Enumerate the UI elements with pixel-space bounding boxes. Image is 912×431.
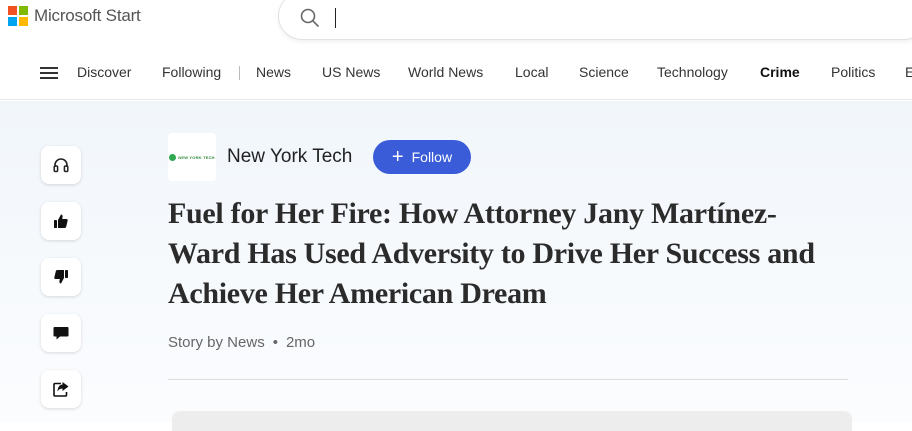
menu-icon[interactable] <box>40 67 58 79</box>
share-icon <box>53 382 69 397</box>
listen-button[interactable] <box>41 146 81 184</box>
byline-separator: • <box>272 334 278 351</box>
search-box[interactable] <box>278 0 912 40</box>
nav-item-science[interactable]: Science <box>579 64 629 80</box>
nav-item-us-news[interactable]: US News <box>322 64 380 80</box>
category-nav: Discover Following News US News World Ne… <box>0 56 912 90</box>
microsoft-logo-icon <box>8 6 28 26</box>
article-headline: Fuel for Her Fire: How Attorney Jany Mar… <box>168 197 815 310</box>
like-button[interactable] <box>41 202 81 240</box>
byline-author: Story by News <box>168 334 265 351</box>
comments-button[interactable] <box>41 314 81 352</box>
nav-item-technology[interactable]: Technology <box>657 64 728 80</box>
top-bar: Microsoft Start Discover Following News … <box>0 0 912 100</box>
search-icon[interactable] <box>299 7 321 29</box>
byline-divider <box>168 379 848 380</box>
text-caret <box>335 8 336 28</box>
publisher-logo-text: NEW YORK TECH <box>178 154 215 160</box>
nav-item-following[interactable]: Following <box>162 64 221 80</box>
follow-label: Follow <box>411 149 453 165</box>
nav-item-news[interactable]: News <box>256 64 291 80</box>
nav-item-world-news[interactable]: World News <box>408 64 483 80</box>
nav-item-politics[interactable]: Politics <box>831 64 875 80</box>
article-body-card <box>172 411 852 431</box>
byline: Story by News • 2mo <box>168 334 315 351</box>
nav-item-crime[interactable]: Crime <box>760 64 800 80</box>
headphones-icon <box>53 158 69 173</box>
microsoft-start-logo[interactable]: Microsoft Start <box>8 6 141 26</box>
brand-name: Microsoft Start <box>34 6 141 25</box>
dislike-button[interactable] <box>41 258 81 296</box>
plus-icon: + <box>391 146 404 168</box>
publisher-logo-icon <box>169 153 177 161</box>
publisher-info: NEW YORK TECH New York Tech <box>168 133 352 181</box>
byline-age: 2mo <box>285 334 316 351</box>
comment-icon <box>53 327 69 340</box>
publisher-name[interactable]: New York Tech <box>227 146 352 168</box>
nav-item-truncated[interactable]: E <box>905 64 912 80</box>
follow-button[interactable]: + Follow <box>373 140 471 174</box>
search-input[interactable] <box>335 7 895 29</box>
publisher-logo[interactable]: NEW YORK TECH <box>168 133 216 181</box>
nav-item-discover[interactable]: Discover <box>77 64 131 80</box>
nav-divider <box>239 66 240 80</box>
thumbs-up-icon <box>54 214 68 228</box>
nav-item-local[interactable]: Local <box>515 64 548 80</box>
thumbs-down-icon <box>54 270 68 284</box>
share-button[interactable] <box>41 370 81 408</box>
